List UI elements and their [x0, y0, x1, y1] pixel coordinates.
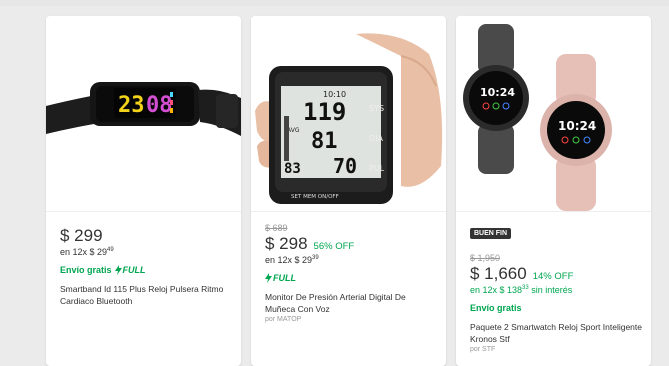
monitor-sys: 119	[303, 98, 346, 126]
original-price: $ 689	[265, 223, 288, 233]
price: $ 1,660	[470, 264, 527, 283]
full-badge: FULL	[265, 273, 296, 283]
svg-text:SET MEM ON/OFF: SET MEM ON/OFF	[291, 194, 339, 200]
product-title[interactable]: Monitor De Presión Arterial Digital De M…	[265, 291, 438, 315]
card-divider	[46, 211, 241, 212]
installments: en 12x $ 2949	[60, 247, 114, 257]
price: $ 299	[60, 226, 103, 245]
product-title[interactable]: Smartband Id 115 Plus Reloj Pulsera Ritm…	[60, 283, 233, 307]
product-card-monitor[interactable]: 10:10 119 81 83 70 AVG SYS DIA PUL SET M…	[251, 16, 446, 366]
product-image-smartband[interactable]: 23 08	[46, 16, 241, 211]
seller: por STF	[470, 346, 496, 353]
svg-text:10:24: 10:24	[558, 119, 596, 133]
installments: en 12x $ 13833 sin interés	[470, 285, 573, 295]
product-image-monitor[interactable]: 10:10 119 81 83 70 AVG SYS DIA PUL SET M…	[251, 16, 446, 211]
shipping-info: FULL	[265, 273, 438, 283]
original-price: $ 1,950	[470, 253, 501, 263]
band-display-digits: 23	[118, 93, 145, 118]
svg-text:83: 83	[284, 161, 301, 177]
product-card-smartwatch[interactable]: 10:24 10:24 BUEN FIN $ 1,950 $ 1,660 14%…	[456, 16, 651, 366]
price: $ 298	[265, 234, 308, 253]
svg-text:08: 08	[146, 93, 173, 118]
seller: por MATOP	[265, 316, 302, 323]
card-divider	[251, 211, 446, 212]
product-image-smartwatch[interactable]: 10:24 10:24	[456, 16, 651, 211]
svg-text:SYS: SYS	[369, 104, 384, 113]
promo-badge: BUEN FIN	[470, 228, 512, 239]
monitor-pul: 70	[333, 154, 357, 178]
discount: 56% OFF	[313, 241, 355, 252]
product-title[interactable]: Paquete 2 Smartwatch Reloj Sport Intelig…	[470, 321, 643, 345]
discount: 14% OFF	[532, 271, 574, 282]
full-badge: FULL	[114, 265, 146, 275]
shipping-info: Envío gratis	[470, 303, 522, 313]
lightning-icon	[265, 273, 272, 283]
shipping-info: Envío gratis FULL	[60, 265, 146, 275]
svg-text:DIA: DIA	[369, 134, 384, 143]
watch-time: 10:24	[480, 86, 515, 99]
monitor-dia: 81	[311, 129, 338, 154]
card-divider	[456, 211, 651, 212]
svg-text:PUL: PUL	[369, 164, 385, 173]
top-strip	[0, 0, 669, 6]
product-card-smartband[interactable]: 23 08 $ 299 en 12x $ 2949 Envío gratis F…	[46, 16, 241, 366]
lightning-icon	[114, 265, 122, 275]
installments: en 12x $ 2939	[265, 255, 319, 265]
